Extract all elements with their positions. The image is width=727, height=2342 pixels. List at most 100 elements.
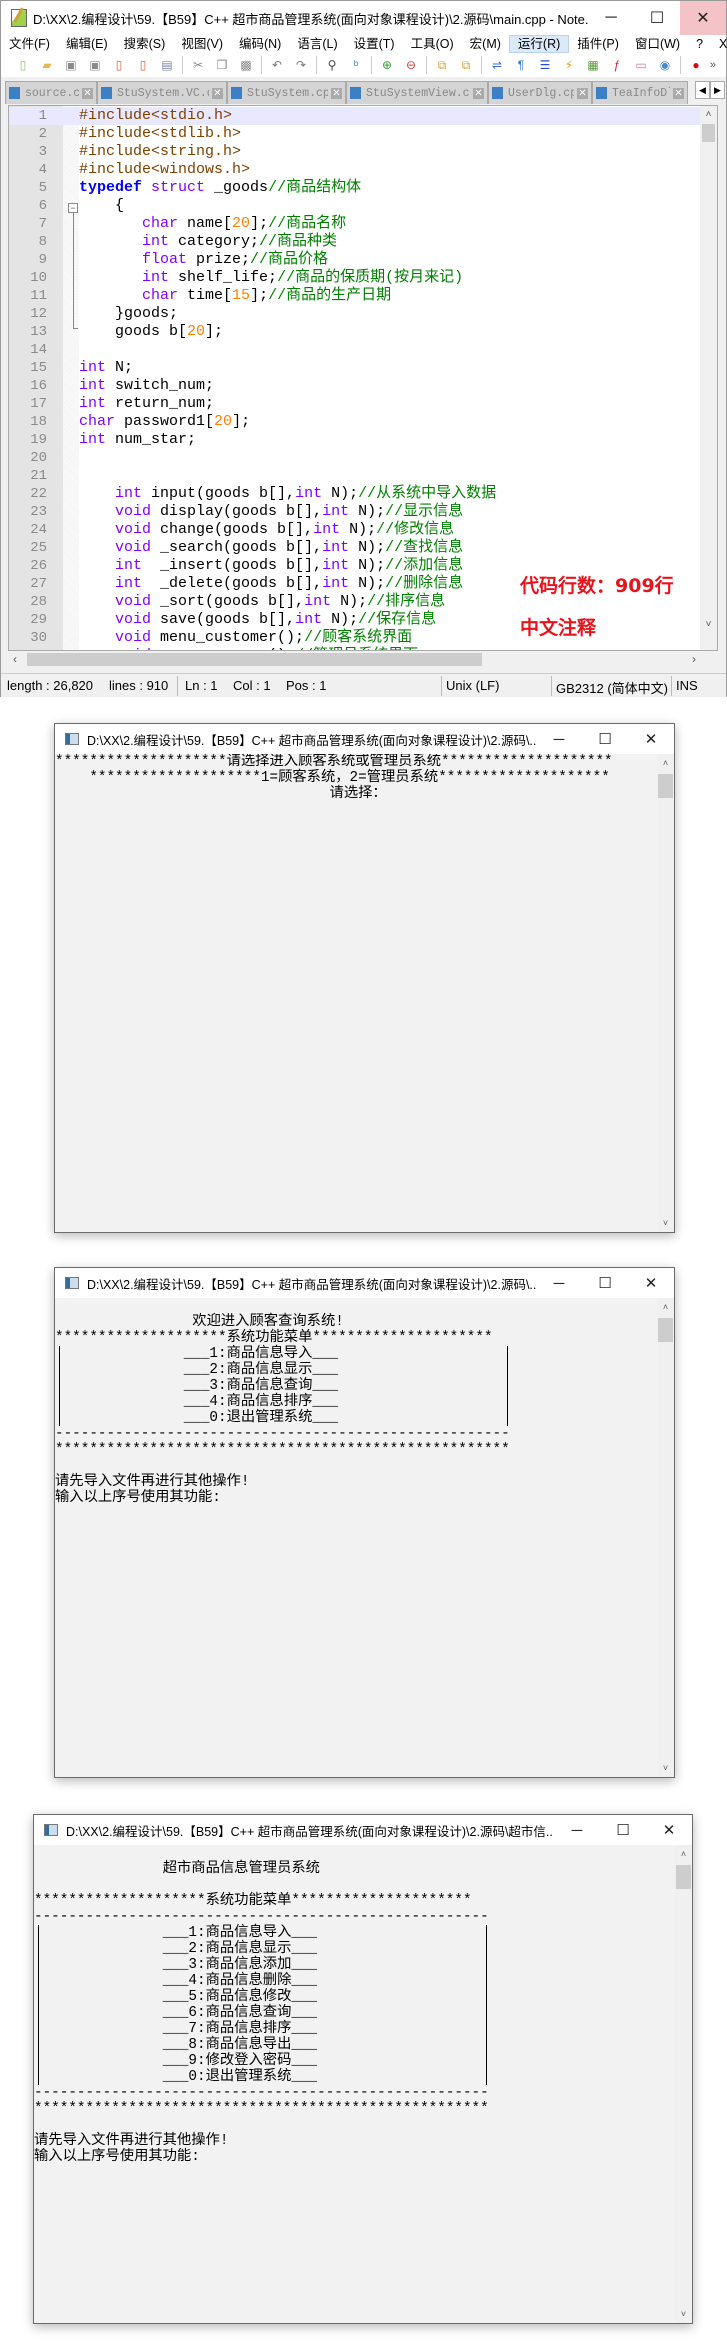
sync-horizontal-icon[interactable]: ⧉ [458,57,474,73]
scroll-up-icon[interactable]: ˄ [700,106,717,123]
tab-source-c[interactable]: source.c ✕ [5,81,97,104]
code-line[interactable]: 4 #include<windows.h> [9,161,702,179]
save-icon[interactable]: ▣ [63,57,79,73]
code-line[interactable]: 21 [9,467,702,485]
folder-workspace-icon[interactable]: ▭ [633,57,649,73]
code-line[interactable]: 7 char name[20];//商品名称 [9,215,702,233]
tab-close-icon[interactable]: ✕ [577,87,588,99]
tab-stusystemview-cpp[interactable]: StuSystemView.cpp✕ [346,81,488,104]
horizontal-scrollbar[interactable]: ‹ › [8,651,701,668]
function-list-icon[interactable]: ƒ [609,57,625,73]
show-all-chars-icon[interactable]: ¶ [513,57,529,73]
code-line[interactable]: 12 }goods; [9,305,702,323]
console-scrollbar[interactable]: ˄ ˅ [657,1298,674,1777]
code-line[interactable]: 18 char password1[20]; [9,413,702,431]
scroll-thumb[interactable] [658,1318,673,1342]
code-line[interactable]: 15 int N; [9,359,702,377]
menu-item[interactable]: 搜索(S) [116,35,174,53]
menu-item[interactable]: 窗口(W) [627,35,688,53]
open-file-icon[interactable]: ▰ [39,57,55,73]
console-scrollbar[interactable]: ˄ ˅ [675,1845,692,2323]
code-area[interactable]: 1 #include<stdio.h> 2 #include<stdlib.h> 3 #i… [9,107,702,650]
menu-item[interactable]: ? [688,35,711,53]
status-insert-mode[interactable]: INS [676,678,698,693]
code-line[interactable]: 14 [9,341,702,359]
zoom-in-icon[interactable]: ⊕ [379,57,395,73]
menu-item[interactable]: 运行(R) [508,35,570,53]
tab-stusystem-cpp[interactable]: StuSystem.cpp ✕ [227,81,346,104]
save-all-icon[interactable]: ▣ [87,57,103,73]
maximize-button[interactable]: ☐ [634,1,680,35]
scroll-down-icon[interactable]: ˅ [675,2309,692,2319]
scroll-up-icon[interactable]: ˄ [657,758,674,768]
minimize-button[interactable]: ─ [554,1822,600,1839]
code-line[interactable]: 13 goods b[20]; [9,323,702,341]
menu-item[interactable]: 文件(F) [1,35,58,53]
word-wrap-icon[interactable]: ⇌ [489,57,505,73]
paste-icon[interactable]: ▩ [238,57,254,73]
maximize-button[interactable]: ☐ [582,1274,628,1292]
close-button[interactable]: ✕ [628,730,674,748]
sync-vertical-icon[interactable]: ⧉ [434,57,450,73]
code-line[interactable]: 16 int switch_num; [9,377,702,395]
scroll-down-icon[interactable]: ˅ [657,1218,674,1228]
tab-close-icon[interactable]: ✕ [212,87,223,99]
menu-item[interactable]: 宏(M) [462,35,509,53]
status-encoding[interactable]: GB2312 (简体中文) [556,678,668,697]
code-line[interactable]: 5 typedef struct _goods//商品结构体 [9,179,702,197]
horizontal-scroll-thumb[interactable] [27,653,482,666]
code-line[interactable]: 9 float prize;//商品价格 [9,251,702,269]
code-line[interactable]: 1 #include<stdio.h> [9,107,702,125]
code-line[interactable]: 19 int num_star; [9,431,702,449]
tab-teainfodlg-c[interactable]: TeaInfoDlg.c✕ [592,81,688,104]
code-editor[interactable]: 1 #include<stdio.h> 2 #include<stdlib.h> 3 #i… [8,105,718,651]
new-file-icon[interactable]: ▯ [15,57,31,73]
menu-item[interactable]: 工具(O) [403,35,462,53]
scroll-down-icon[interactable]: ˅ [657,1763,674,1773]
code-line[interactable]: 10 int shelf_life;//商品的保质期(按月来记) [9,269,702,287]
print-icon[interactable]: ▤ [159,57,175,73]
undo-icon[interactable]: ↶ [269,57,285,73]
tab-close-icon[interactable]: ✕ [331,87,342,99]
find-icon[interactable]: ⚲ [324,57,340,73]
code-line[interactable]: 6 { [9,197,702,215]
close-file-icon[interactable]: ▯ [111,57,127,73]
close-button[interactable]: ✕ [646,1821,692,1839]
minimize-button[interactable]: ─ [536,1275,582,1292]
scroll-up-icon[interactable]: ˄ [675,1849,692,1859]
menu-item[interactable]: 编码(N) [231,35,289,53]
replace-icon[interactable]: ᵇ [348,57,364,73]
code-line[interactable]: 29 void save(goods b[],int N);//保存信息 [9,611,702,629]
scroll-thumb[interactable] [702,124,715,142]
code-line[interactable]: 22 int input(goods b[],int N);//从系统中导入数据 [9,485,702,503]
redo-icon[interactable]: ↷ [293,57,309,73]
zoom-out-icon[interactable]: ⊖ [403,57,419,73]
copy-icon[interactable]: ❐ [214,57,230,73]
menu-item[interactable]: 语言(L) [289,35,345,53]
scroll-right-icon[interactable]: › [692,651,696,668]
tab-scroll-right-icon[interactable]: ▶ [710,81,725,99]
tab-stusystem-vc-db[interactable]: StuSystem.VC.db✕ [97,81,227,104]
menu-item[interactable]: 编辑(E) [58,35,116,53]
console-scrollbar[interactable]: ˄ ˅ [657,754,674,1232]
tab-userdlg-cpp[interactable]: UserDlg.cpp✕ [488,81,592,104]
user-language-icon[interactable]: ⚡ [561,57,577,73]
indent-guide-icon[interactable]: ☰ [537,57,553,73]
toolbar-overflow-icon[interactable]: » [710,59,726,71]
code-line[interactable]: 2 #include<stdlib.h> [9,125,702,143]
tab-close-icon[interactable]: ✕ [473,87,484,99]
code-line[interactable]: 3 #include<string.h> [9,143,702,161]
monitor-icon[interactable]: ◉ [657,57,673,73]
maximize-button[interactable]: ☐ [600,1821,646,1839]
menu-close-document-button[interactable]: X [711,35,727,53]
code-line[interactable]: 20 [9,449,702,467]
code-line[interactable]: 24 void change(goods b[],int N);//修改信息 [9,521,702,539]
menu-item[interactable]: 视图(V) [173,35,231,53]
tab-scroll-left-icon[interactable]: ◀ [695,81,710,99]
code-line[interactable]: 8 int category;//商品种类 [9,233,702,251]
document-map-icon[interactable]: ▦ [585,57,601,73]
code-line[interactable]: 23 void display(goods b[],int N);//显示信息 [9,503,702,521]
tab-close-icon[interactable]: ✕ [673,87,684,99]
vertical-scrollbar[interactable]: ˄ ˅ [700,106,717,650]
record-macro-icon[interactable]: ● [688,57,704,73]
